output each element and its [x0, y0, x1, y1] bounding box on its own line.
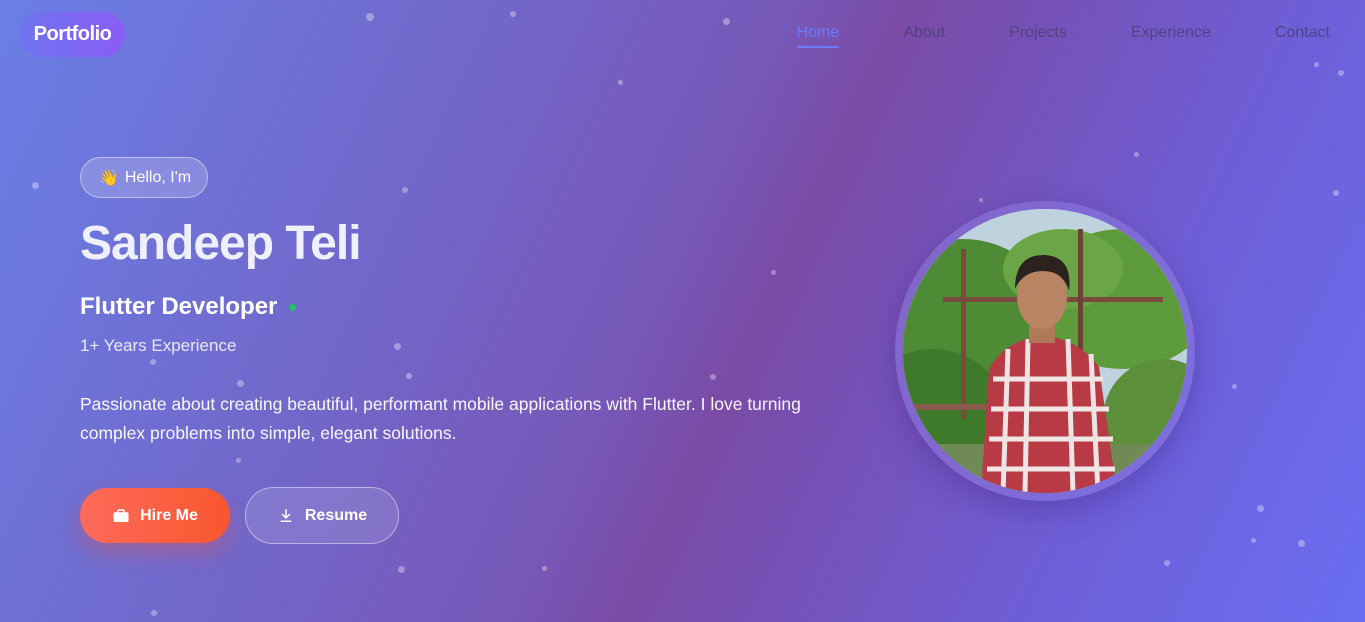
experience-text: 1+ Years Experience [80, 336, 237, 355]
hire-me-button[interactable]: Hire Me [80, 488, 230, 543]
role-text: Flutter Developer [80, 293, 278, 320]
nav-item-projects[interactable]: Projects [977, 24, 1099, 42]
download-icon [280, 508, 292, 522]
logo[interactable]: Portfolio [20, 12, 125, 57]
resume-button[interactable]: Resume [245, 487, 399, 544]
main-nav: Home About Projects Experience Contact [765, 24, 1330, 48]
hero-role: Flutter Developer [80, 293, 297, 321]
hero-description: Passionate about creating beautiful, per… [80, 394, 801, 443]
nav-item-experience[interactable]: Experience [1099, 24, 1243, 42]
profile-photo [903, 209, 1187, 493]
profile-photo-illustration [903, 209, 1187, 493]
waving-hand-icon: 👋 [99, 169, 119, 187]
resume-label: Resume [304, 506, 368, 524]
greeting-text: Hello, I'm [124, 168, 192, 186]
nav-item-about[interactable]: About [871, 24, 977, 42]
briefcase-icon [113, 508, 129, 522]
hire-me-label: Hire Me [140, 506, 198, 524]
nav-item-home[interactable]: Home [765, 24, 872, 48]
status-dot [289, 303, 297, 311]
nav-item-contact[interactable]: Contact [1243, 24, 1330, 42]
profile-photo-frame [895, 201, 1195, 501]
greeting-badge: 👋 Hello, I'm [80, 157, 209, 198]
hero-name: Sandeep Teli [80, 217, 362, 270]
